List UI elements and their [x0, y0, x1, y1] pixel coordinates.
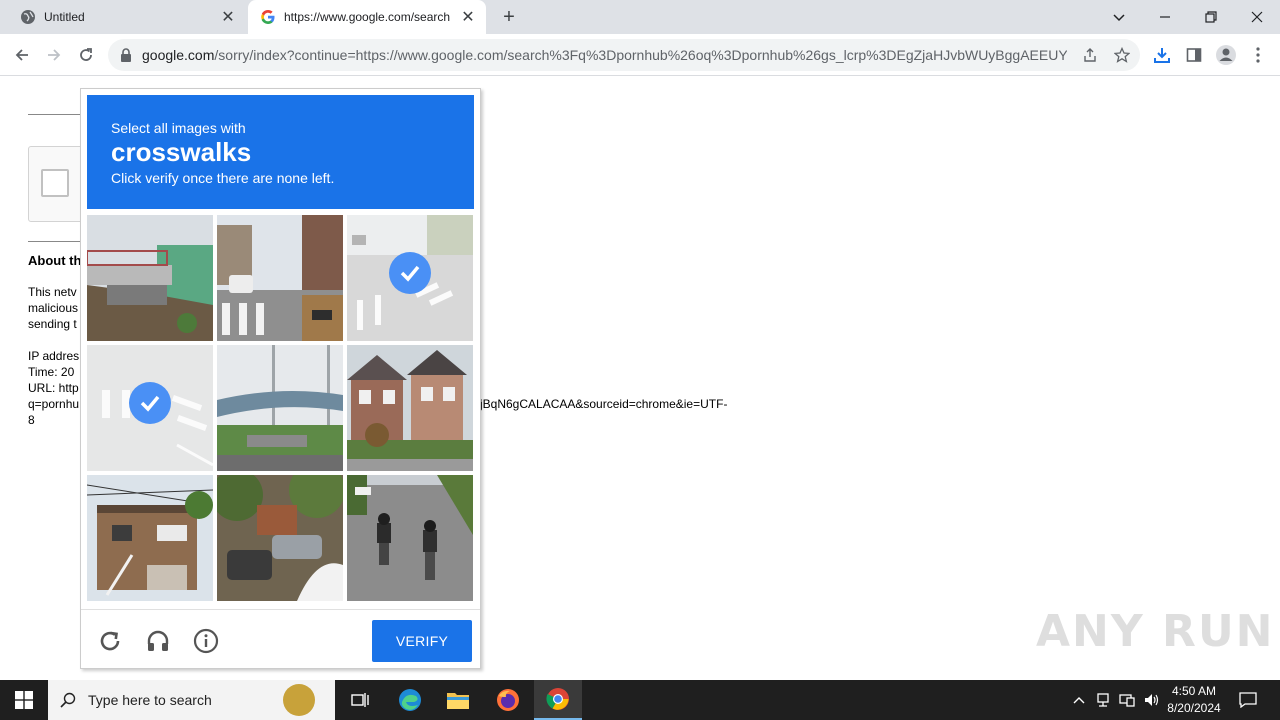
- more-menu-icon[interactable]: [1246, 43, 1270, 67]
- reload-icon[interactable]: [97, 628, 123, 654]
- task-view-icon[interactable]: [336, 680, 384, 720]
- google-icon: [260, 9, 276, 25]
- info-line: URL: http: [28, 381, 79, 395]
- taskbar: Type here to search 4:50 AM 8/20/2024: [0, 680, 1280, 720]
- taskbar-search[interactable]: Type here to search: [48, 680, 335, 720]
- checkmark-icon: [389, 252, 431, 294]
- captcha-challenge: Select all images with crosswalks Click …: [80, 88, 481, 669]
- tab-title: https://www.google.com/search: [284, 10, 451, 24]
- address-bar[interactable]: google.com/sorry/index?continue=https://…: [108, 39, 1140, 71]
- recaptcha-widget: [28, 146, 88, 222]
- image-tile-9[interactable]: [347, 475, 473, 601]
- about-heading: About th: [28, 253, 82, 268]
- image-grid: [87, 215, 474, 602]
- minimize-icon[interactable]: [1142, 0, 1188, 34]
- share-icon[interactable]: [1080, 45, 1100, 65]
- paragraph-line: This netv: [28, 285, 77, 299]
- tab-search-icon[interactable]: [1096, 0, 1142, 34]
- close-icon[interactable]: ✕: [218, 7, 238, 27]
- close-icon[interactable]: ✕: [458, 7, 478, 27]
- divider: [28, 114, 88, 115]
- screen: Untitled ✕ https://www.google.com/search…: [0, 0, 1280, 720]
- globe-icon: [20, 9, 36, 25]
- back-icon[interactable]: [8, 41, 36, 69]
- recaptcha-checkbox[interactable]: [41, 169, 69, 197]
- info-line: Time: 20: [28, 365, 75, 379]
- forward-icon[interactable]: [40, 41, 68, 69]
- url-continuation: jBqN6gCALACAA&sourceid=chrome&ie=UTF-: [480, 397, 728, 411]
- reload-icon[interactable]: [72, 41, 100, 69]
- lock-icon[interactable]: [120, 48, 134, 62]
- image-tile-4[interactable]: [87, 345, 213, 471]
- paragraph-line: sending t: [28, 317, 77, 331]
- image-tile-7[interactable]: [87, 475, 213, 601]
- display-icon[interactable]: [1116, 680, 1138, 720]
- image-tile-2[interactable]: [217, 215, 343, 341]
- restore-icon[interactable]: [1188, 0, 1234, 34]
- image-tile-6[interactable]: [347, 345, 473, 471]
- new-tab-button[interactable]: +: [498, 6, 520, 28]
- side-panel-icon[interactable]: [1182, 43, 1206, 67]
- star-icon[interactable]: [1112, 45, 1132, 65]
- tab-title: Untitled: [44, 10, 85, 24]
- system-clock[interactable]: 4:50 AM 8/20/2024: [1160, 683, 1228, 717]
- info-icon[interactable]: [193, 628, 219, 654]
- image-tile-3[interactable]: [347, 215, 473, 341]
- search-placeholder: Type here to search: [88, 692, 212, 708]
- edge-icon[interactable]: [386, 680, 434, 720]
- browser-toolbar: google.com/sorry/index?continue=https://…: [0, 34, 1280, 76]
- download-icon[interactable]: [1150, 43, 1174, 67]
- headphones-icon[interactable]: [145, 628, 171, 654]
- verify-button[interactable]: VERIFY: [372, 620, 472, 662]
- anyrun-watermark: ANY RUN: [1036, 606, 1275, 657]
- notification-icon[interactable]: [1234, 680, 1262, 720]
- firefox-icon[interactable]: [484, 680, 532, 720]
- network-icon[interactable]: [1092, 680, 1114, 720]
- captcha-footer: VERIFY: [81, 609, 480, 669]
- clock-time: 4:50 AM: [1171, 684, 1217, 698]
- image-tile-8[interactable]: [217, 475, 343, 601]
- search-icon: [60, 692, 80, 708]
- close-window-icon[interactable]: [1234, 0, 1280, 34]
- instruction-text: Select all images with: [111, 120, 246, 136]
- instruction-subtext: Click verify once there are none left.: [111, 170, 335, 186]
- file-explorer-icon[interactable]: [434, 680, 482, 720]
- chevron-up-icon[interactable]: [1068, 680, 1090, 720]
- paragraph-line: malicious: [28, 301, 79, 315]
- url-text: google.com/sorry/index?continue=https://…: [142, 47, 1067, 63]
- chrome-icon[interactable]: [534, 680, 582, 720]
- tab-untitled[interactable]: Untitled ✕: [8, 0, 246, 34]
- tab-google[interactable]: https://www.google.com/search ✕: [248, 0, 486, 34]
- tab-strip: Untitled ✕ https://www.google.com/search…: [0, 0, 1280, 34]
- checkmark-icon: [129, 382, 171, 424]
- info-line: 8: [28, 413, 35, 427]
- search-highlight-icon: [283, 684, 315, 716]
- clock-date: 8/20/2024: [1167, 701, 1221, 715]
- info-line: IP addres: [28, 349, 80, 363]
- windows-start-icon[interactable]: [0, 680, 48, 720]
- info-line: q=pornhu: [28, 397, 80, 411]
- target-object: crosswalks: [111, 137, 252, 167]
- volume-icon[interactable]: [1140, 680, 1162, 720]
- profile-icon[interactable]: [1214, 43, 1238, 67]
- url-path: /sorry/index?continue=https://www.google…: [214, 47, 1067, 63]
- image-tile-5[interactable]: [217, 345, 343, 471]
- image-tile-1[interactable]: [87, 215, 213, 341]
- captcha-header: Select all images with crosswalks Click …: [87, 95, 474, 209]
- url-domain: google.com: [142, 47, 215, 63]
- divider: [28, 241, 88, 242]
